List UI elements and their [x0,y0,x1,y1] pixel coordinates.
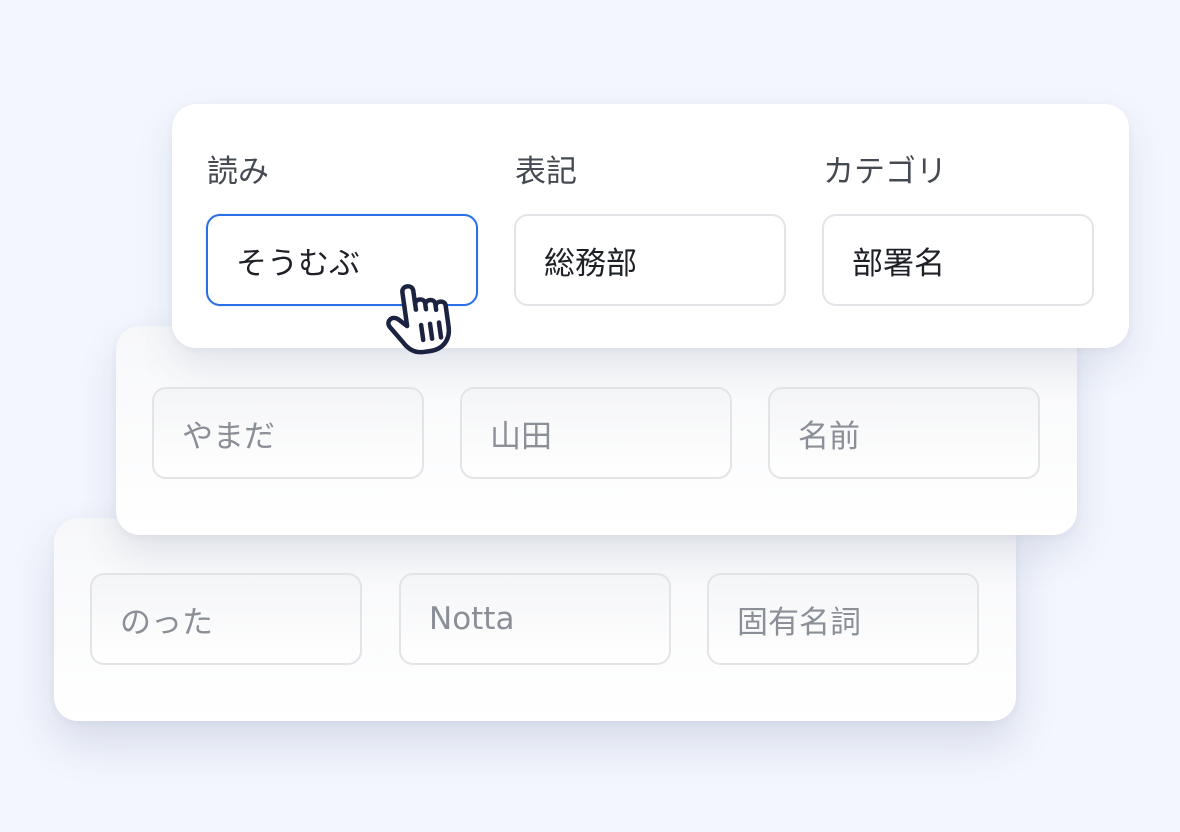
hand-pointer-icon [386,284,452,355]
notation-column-label: 表記 [515,154,577,190]
reading-column-label: 読み [207,154,269,190]
reading-input-row-2[interactable]: やまだ [152,387,424,479]
category-input-row-2[interactable]: 名前 [768,387,1040,479]
category-column-label: カテゴリ [823,154,947,190]
reading-input-row-3[interactable]: のった [90,573,362,665]
category-input-row-1[interactable]: 部署名 [822,214,1094,306]
notation-input-row-1[interactable]: 総務部 [514,214,786,306]
notation-input-row-3[interactable]: Notta [399,573,671,665]
category-input-row-3[interactable]: 固有名詞 [707,573,979,665]
notation-input-row-2[interactable]: 山田 [460,387,732,479]
